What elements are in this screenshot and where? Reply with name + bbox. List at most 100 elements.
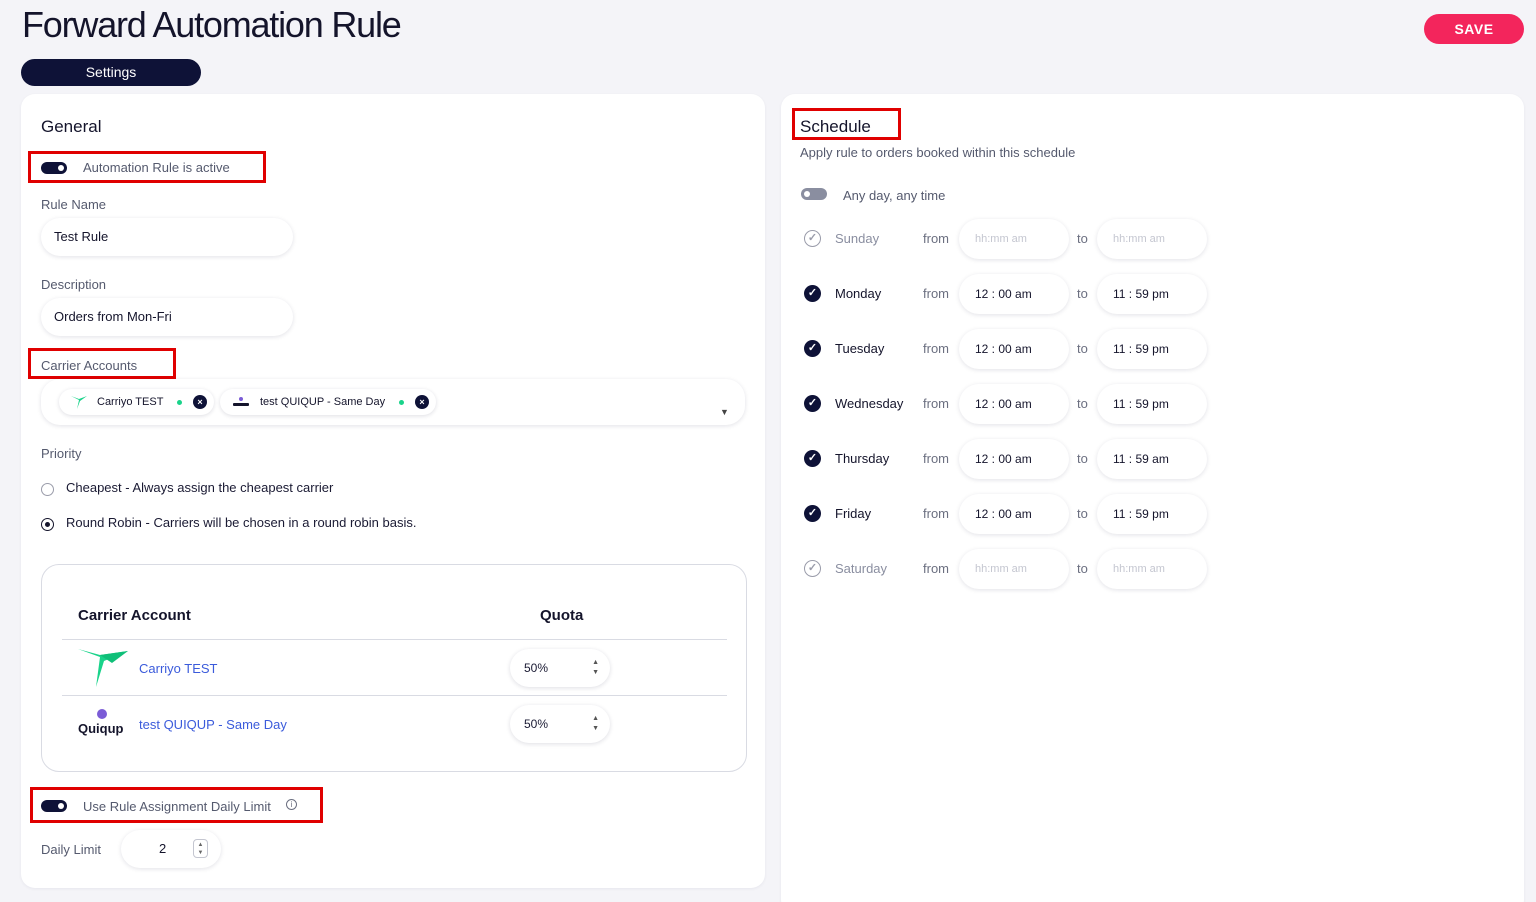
to-label: to bbox=[1077, 506, 1088, 521]
general-card: General Automation Rule is active Rule N… bbox=[21, 94, 765, 888]
schedule-row-saturday: ✓ Saturday from hh:mm am to hh:mm am bbox=[781, 549, 1524, 589]
rule-name-input[interactable]: Test Rule bbox=[41, 218, 293, 256]
from-label: from bbox=[923, 286, 949, 301]
active-toggle[interactable] bbox=[41, 162, 67, 174]
from-time-input[interactable]: 12 : 00 am bbox=[959, 439, 1069, 479]
carrier-chip: Carriyo TEST × bbox=[59, 389, 214, 415]
remove-chip-icon[interactable]: × bbox=[415, 395, 429, 409]
chevron-down-icon[interactable]: ▼ bbox=[720, 393, 729, 431]
day-check-icon[interactable]: ✓ bbox=[804, 285, 821, 302]
radio-cheapest[interactable] bbox=[41, 483, 54, 496]
day-label: Sunday bbox=[835, 231, 880, 246]
schedule-subtitle: Apply rule to orders booked within this … bbox=[800, 145, 1076, 160]
divider bbox=[62, 695, 727, 696]
carrier-link[interactable]: test QUIQUP - Same Day bbox=[139, 717, 287, 732]
to-label: to bbox=[1077, 286, 1088, 301]
table-header-carrier: Carrier Account bbox=[78, 607, 191, 624]
to-time-input[interactable]: 11 : 59 pm bbox=[1097, 329, 1207, 369]
from-time-input[interactable]: 12 : 00 am bbox=[959, 274, 1069, 314]
daily-limit-value: 2 bbox=[159, 841, 167, 856]
remove-chip-icon[interactable]: × bbox=[193, 395, 207, 409]
status-dot bbox=[177, 400, 182, 405]
page-title: Forward Automation Rule bbox=[22, 4, 402, 45]
carrier-chip-label: test QUIQUP - Same Day bbox=[260, 396, 386, 408]
from-label: from bbox=[923, 396, 949, 411]
day-label: Saturday bbox=[835, 561, 888, 576]
daily-limit-toggle[interactable] bbox=[41, 800, 67, 812]
from-label: from bbox=[923, 451, 949, 466]
priority-option-label: Cheapest - Always assign the cheapest ca… bbox=[66, 480, 334, 495]
day-check-icon[interactable]: ✓ bbox=[804, 340, 821, 357]
active-toggle-label: Automation Rule is active bbox=[83, 160, 230, 175]
daily-limit-toggle-label: Use Rule Assignment Daily Limit bbox=[83, 799, 271, 814]
quota-value: 50% bbox=[524, 661, 549, 675]
general-title: General bbox=[41, 117, 102, 136]
to-label: to bbox=[1077, 451, 1088, 466]
save-button[interactable]: SAVE bbox=[1424, 14, 1524, 44]
day-check-icon[interactable]: ✓ bbox=[804, 450, 821, 467]
from-time-input[interactable]: hh:mm am bbox=[959, 549, 1069, 589]
quota-stepper-icon[interactable]: ▲ ▼ bbox=[592, 714, 599, 734]
day-label: Tuesday bbox=[835, 341, 885, 356]
description-input[interactable]: Orders from Mon-Fri bbox=[41, 298, 293, 336]
rule-name-label: Rule Name bbox=[41, 197, 107, 212]
to-time-input[interactable]: 11 : 59 pm bbox=[1097, 494, 1207, 534]
schedule-row-friday: ✓ Friday from 12 : 00 am to 11 : 59 pm bbox=[781, 494, 1524, 534]
to-time-input[interactable]: 11 : 59 pm bbox=[1097, 384, 1207, 424]
from-time-input[interactable]: hh:mm am bbox=[959, 219, 1069, 259]
quota-input[interactable]: 50% ▲ ▼ bbox=[510, 705, 610, 743]
day-label: Wednesday bbox=[835, 396, 904, 411]
quiqup-logo-text: Quiqup bbox=[78, 721, 124, 736]
from-label: from bbox=[923, 341, 949, 356]
day-check-icon[interactable]: ✓ bbox=[804, 230, 821, 247]
schedule-row-tuesday: ✓ Tuesday from 12 : 00 am to 11 : 59 pm bbox=[781, 329, 1524, 369]
to-time-input[interactable]: hh:mm am bbox=[1097, 549, 1207, 589]
schedule-row-sunday: ✓ Sunday from hh:mm am to hh:mm am bbox=[781, 219, 1524, 259]
quota-input[interactable]: 50% ▲ ▼ bbox=[510, 649, 610, 687]
quota-value: 50% bbox=[524, 717, 549, 731]
stepper-icon[interactable]: ▲ ▼ bbox=[193, 839, 208, 858]
from-time-input[interactable]: 12 : 00 am bbox=[959, 329, 1069, 369]
tab-settings[interactable]: Settings bbox=[21, 59, 201, 86]
radio-round-robin[interactable] bbox=[41, 518, 54, 531]
to-label: to bbox=[1077, 561, 1088, 576]
info-icon[interactable]: i bbox=[286, 799, 297, 810]
day-check-icon[interactable]: ✓ bbox=[804, 560, 821, 577]
carrier-accounts-label: Carrier Accounts bbox=[41, 358, 138, 373]
quiqup-logo-icon: Quiqup bbox=[78, 709, 128, 739]
description-label: Description bbox=[41, 277, 107, 292]
from-label: from bbox=[923, 561, 949, 576]
schedule-card: Schedule Apply rule to orders booked wit… bbox=[781, 94, 1524, 902]
day-label: Monday bbox=[835, 286, 882, 301]
to-time-input[interactable]: hh:mm am bbox=[1097, 219, 1207, 259]
carrier-chip-label: Carriyo TEST bbox=[97, 396, 164, 408]
schedule-title: Schedule bbox=[800, 117, 871, 136]
priority-label: Priority bbox=[41, 446, 82, 461]
schedule-row-wednesday: ✓ Wednesday from 12 : 00 am to 11 : 59 p… bbox=[781, 384, 1524, 424]
to-time-input[interactable]: 11 : 59 am bbox=[1097, 439, 1207, 479]
day-check-icon[interactable]: ✓ bbox=[804, 505, 821, 522]
day-check-icon[interactable]: ✓ bbox=[804, 395, 821, 412]
to-label: to bbox=[1077, 341, 1088, 356]
any-time-toggle[interactable] bbox=[801, 188, 827, 200]
from-time-input[interactable]: 12 : 00 am bbox=[959, 494, 1069, 534]
daily-limit-input[interactable]: 2 ▲ ▼ bbox=[121, 830, 221, 868]
carrier-link[interactable]: Carriyo TEST bbox=[139, 661, 218, 676]
day-label: Thursday bbox=[835, 451, 890, 466]
from-label: from bbox=[923, 506, 949, 521]
table-header-quota: Quota bbox=[540, 607, 584, 624]
quota-stepper-icon[interactable]: ▲ ▼ bbox=[592, 658, 599, 678]
to-label: to bbox=[1077, 231, 1088, 246]
from-time-input[interactable]: 12 : 00 am bbox=[959, 384, 1069, 424]
quiqup-logo-icon bbox=[233, 397, 249, 406]
carrier-chip: test QUIQUP - Same Day × bbox=[220, 389, 436, 415]
from-label: from bbox=[923, 231, 949, 246]
carriyo-logo-icon bbox=[78, 649, 128, 687]
quota-table: Carrier Account Quota Carriyo TEST 50% ▲… bbox=[41, 564, 747, 772]
carrier-accounts-select[interactable]: Carriyo TEST × test QUIQUP - Same Day × … bbox=[41, 379, 745, 425]
to-time-input[interactable]: 11 : 59 pm bbox=[1097, 274, 1207, 314]
priority-option-label: Round Robin - Carriers will be chosen in… bbox=[66, 515, 417, 530]
schedule-row-thursday: ✓ Thursday from 12 : 00 am to 11 : 59 am bbox=[781, 439, 1524, 479]
day-label: Friday bbox=[835, 506, 872, 521]
status-dot bbox=[399, 400, 404, 405]
